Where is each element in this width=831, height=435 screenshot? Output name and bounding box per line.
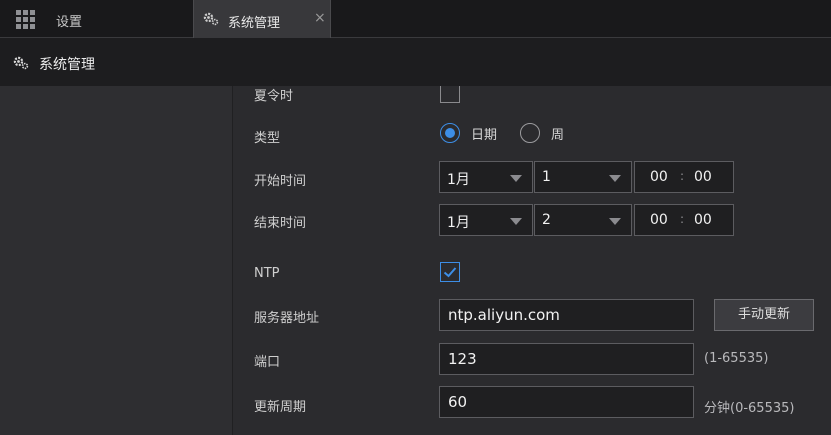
start-minute[interactable]: 00 [694, 169, 712, 185]
start-month-value: 1月 [447, 172, 470, 188]
radio-date-label: 日期 [471, 128, 498, 143]
start-month-select[interactable]: 1月 [439, 161, 533, 193]
radio-week[interactable] [520, 123, 540, 143]
start-hour[interactable]: 00 [650, 169, 668, 185]
settings-tab[interactable]: 设置 [56, 11, 82, 30]
radio-date[interactable] [440, 123, 460, 143]
server-address-value: ntp.aliyun.com [448, 306, 560, 324]
end-minute[interactable]: 00 [694, 212, 712, 228]
ntp-checkbox[interactable] [440, 262, 460, 282]
chevron-down-icon [510, 218, 522, 225]
time-separator: : [680, 169, 685, 183]
left-nav-panel [0, 86, 233, 435]
chevron-down-icon [609, 175, 621, 182]
gear-icon [203, 12, 219, 26]
port-input[interactable]: 123 [439, 343, 694, 375]
ntp-label: NTP [254, 266, 280, 281]
port-value: 123 [448, 350, 477, 368]
tab-label: 系统管理 [228, 16, 281, 31]
end-time-input[interactable]: 00 : 00 [634, 204, 734, 236]
update-period-value: 60 [448, 393, 468, 411]
radio-week-label: 周 [551, 128, 565, 143]
port-range-hint: (1-65535) [704, 351, 769, 366]
manual-update-button[interactable]: 手动更新 [714, 299, 814, 331]
server-address-input[interactable]: ntp.aliyun.com [439, 299, 694, 331]
tab-system-management[interactable]: 系统管理 × [193, 0, 331, 38]
end-month-select[interactable]: 1月 [439, 204, 533, 236]
port-label: 端口 [254, 355, 281, 370]
start-time-input[interactable]: 00 : 00 [634, 161, 734, 193]
chevron-down-icon [609, 218, 621, 225]
end-day-value: 2 [542, 212, 551, 228]
top-tab-bar: 设置 系统管理 × [0, 0, 831, 38]
server-label: 服务器地址 [254, 311, 320, 326]
end-month-value: 1月 [447, 215, 470, 231]
gear-icon [13, 56, 29, 70]
dst-checkbox[interactable] [440, 86, 460, 103]
dst-label: 夏令时 [254, 89, 294, 104]
end-time-label: 结束时间 [254, 216, 307, 231]
start-day-select[interactable]: 1 [534, 161, 632, 193]
period-range-hint: 分钟(0-65535) [704, 401, 795, 416]
chevron-down-icon [510, 175, 522, 182]
start-day-value: 1 [542, 169, 551, 185]
check-icon [443, 267, 457, 278]
page-header: 系统管理 [0, 38, 831, 86]
type-label: 类型 [254, 131, 281, 146]
update-period-input[interactable]: 60 [439, 386, 694, 418]
time-separator: : [680, 212, 685, 226]
close-icon[interactable]: × [314, 10, 326, 26]
end-day-select[interactable]: 2 [534, 204, 632, 236]
settings-form: 夏令时 类型 日期 周 开始时间 1月 1 00 : 00 结束时间 1月 2 … [234, 86, 831, 435]
start-time-label: 开始时间 [254, 174, 307, 189]
end-hour[interactable]: 00 [650, 212, 668, 228]
page-title: 系统管理 [39, 57, 95, 73]
grid-icon[interactable] [16, 10, 36, 29]
period-label: 更新周期 [254, 400, 307, 415]
